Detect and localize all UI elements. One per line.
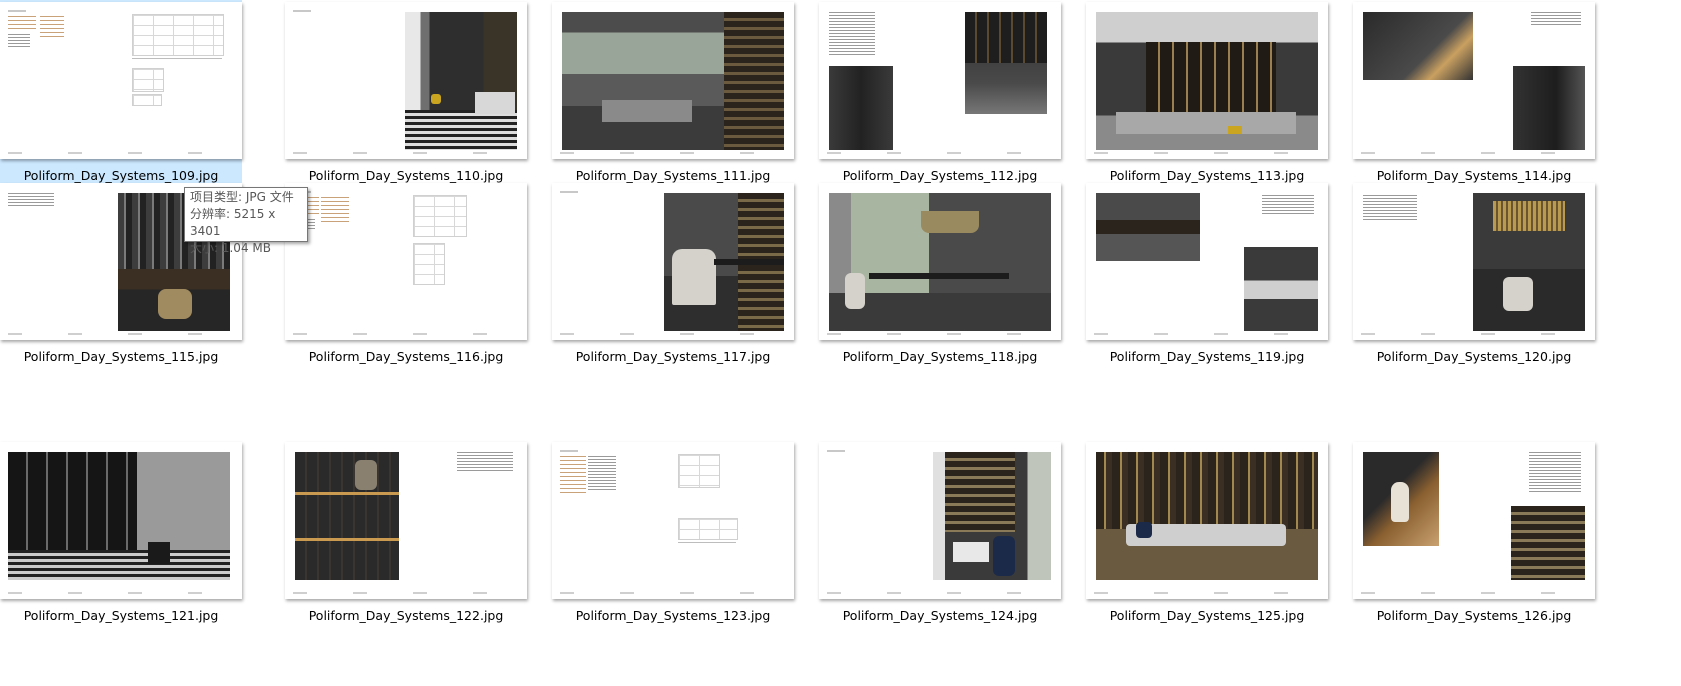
file-name[interactable]: Poliform_Day_Systems_113.jpg <box>1064 168 1350 183</box>
file-name[interactable]: Poliform_Day_Systems_118.jpg <box>797 349 1083 364</box>
file-thumbnail <box>0 2 242 159</box>
file-thumbnail <box>552 183 794 340</box>
file-name[interactable]: Poliform_Day_Systems_115.jpg <box>0 349 264 364</box>
file-name[interactable]: Poliform_Day_Systems_126.jpg <box>1331 608 1617 623</box>
file-thumbnail <box>1353 183 1595 340</box>
file-thumbnail <box>285 183 527 340</box>
tooltip-type: 项目类型: JPG 文件 <box>190 190 294 204</box>
file-thumbnail <box>819 2 1061 159</box>
file-name[interactable]: Poliform_Day_Systems_110.jpg <box>263 168 549 183</box>
file-name[interactable]: Poliform_Day_Systems_122.jpg <box>263 608 549 623</box>
file-thumbnail <box>1086 183 1328 340</box>
file-name[interactable]: Poliform_Day_Systems_125.jpg <box>1064 608 1350 623</box>
file-name[interactable]: Poliform_Day_Systems_124.jpg <box>797 608 1083 623</box>
file-name[interactable]: Poliform_Day_Systems_120.jpg <box>1331 349 1617 364</box>
file-thumbnail <box>1353 442 1595 599</box>
file-name[interactable]: Poliform_Day_Systems_123.jpg <box>530 608 816 623</box>
file-thumbnail <box>552 442 794 599</box>
file-thumbnail <box>285 442 527 599</box>
file-name[interactable]: Poliform_Day_Systems_117.jpg <box>530 349 816 364</box>
file-thumbnail <box>819 442 1061 599</box>
file-name[interactable]: Poliform_Day_Systems_111.jpg <box>530 168 816 183</box>
file-thumbnail <box>552 2 794 159</box>
file-name[interactable]: Poliform_Day_Systems_112.jpg <box>797 168 1083 183</box>
file-thumbnail <box>0 442 242 599</box>
file-name[interactable]: Poliform_Day_Systems_119.jpg <box>1064 349 1350 364</box>
file-thumbnail <box>285 2 527 159</box>
file-name[interactable]: Poliform_Day_Systems_121.jpg <box>0 608 264 623</box>
tooltip-size: 大小: 1.04 MB <box>190 241 271 255</box>
file-info-tooltip: 项目类型: JPG 文件 分辨率: 5215 x 3401 大小: 1.04 M… <box>184 187 308 255</box>
tooltip-resolution: 分辨率: 5215 x 3401 <box>190 207 276 238</box>
file-name[interactable]: Poliform_Day_Systems_116.jpg <box>263 349 549 364</box>
file-name[interactable]: Poliform_Day_Systems_114.jpg <box>1331 168 1617 183</box>
file-thumbnail <box>1086 442 1328 599</box>
file-thumbnail <box>1086 2 1328 159</box>
file-thumbnail <box>819 183 1061 340</box>
file-name[interactable]: Poliform_Day_Systems_109.jpg <box>0 168 264 183</box>
file-thumbnail <box>1353 2 1595 159</box>
